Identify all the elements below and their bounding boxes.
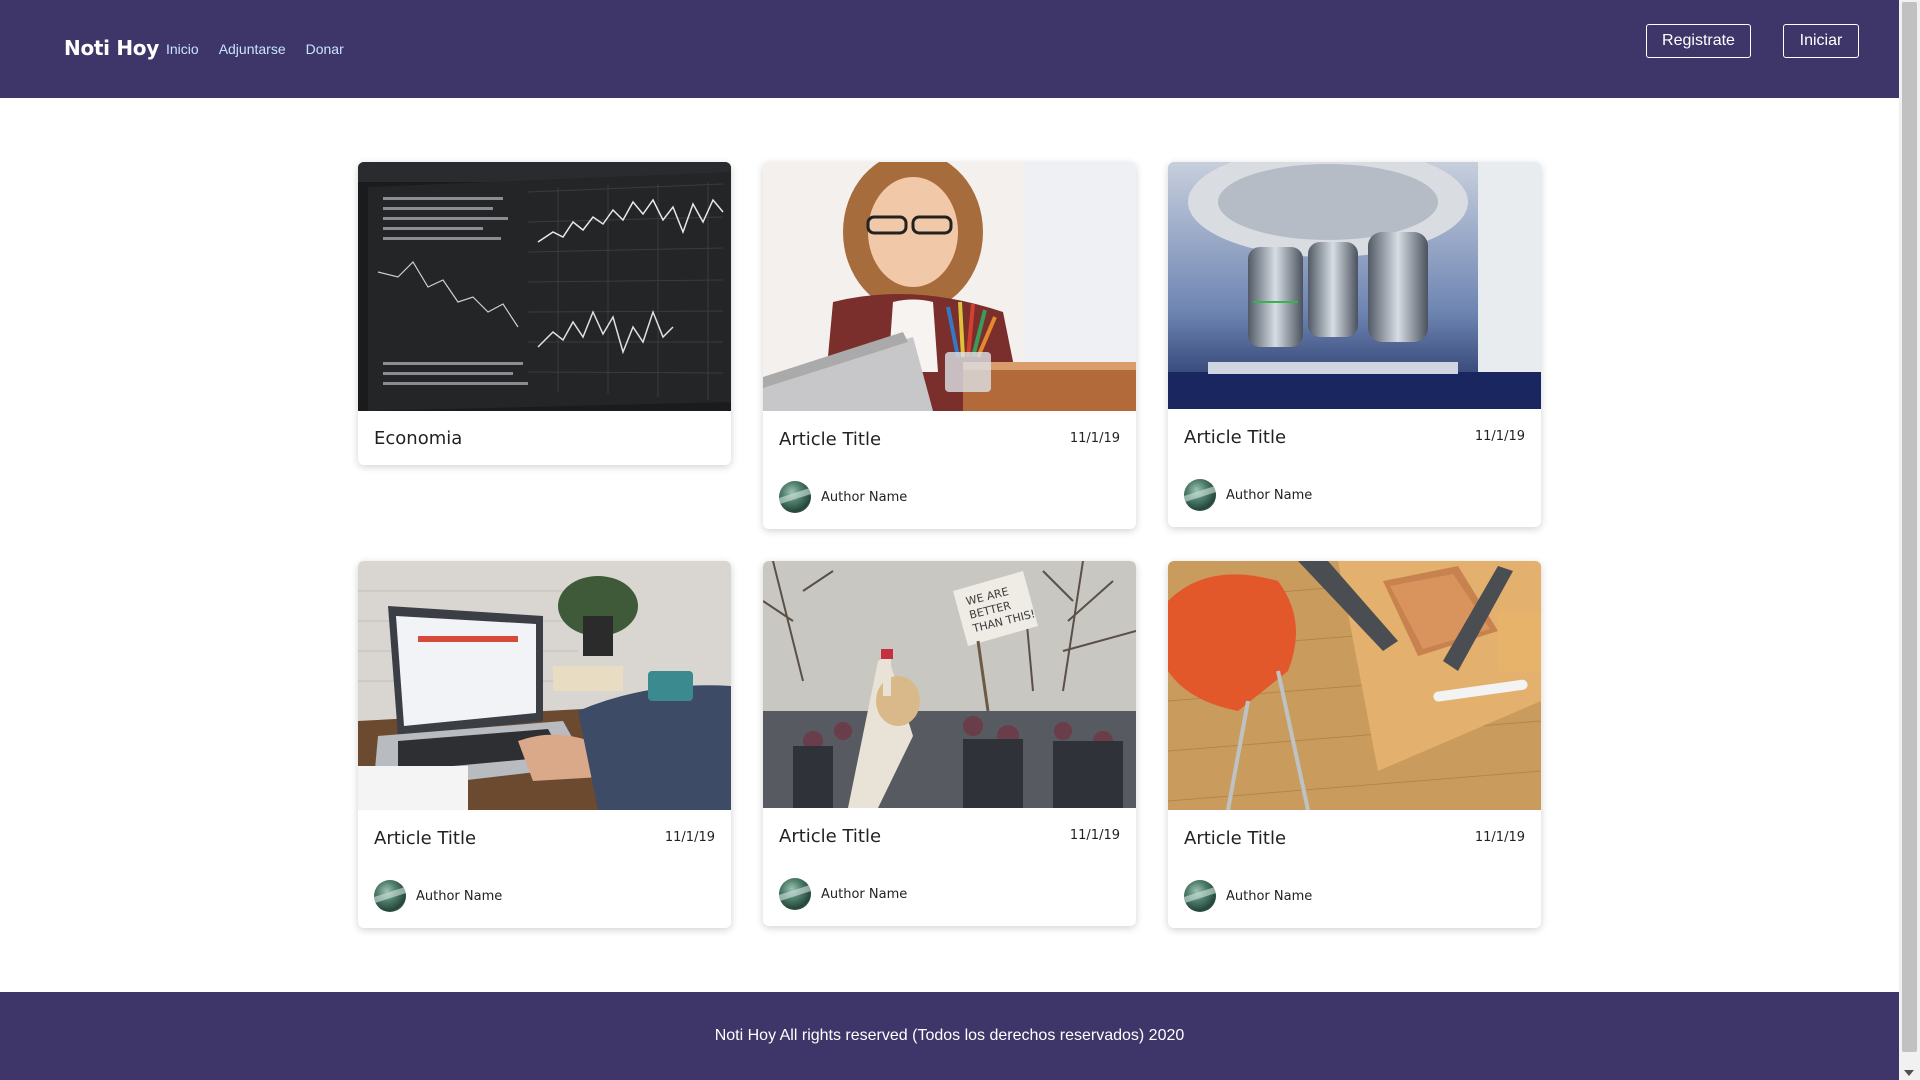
page-footer: Noti Hoy All rights reserved (Todos los … xyxy=(0,992,1899,1080)
author-name: Author Name xyxy=(1226,487,1313,503)
author-name: Author Name xyxy=(416,888,503,904)
card-title: Economia xyxy=(374,428,463,449)
register-button[interactable]: Registrate xyxy=(1646,24,1751,58)
card-author: Author Name xyxy=(1184,479,1312,511)
scroll-thumb[interactable] xyxy=(1902,2,1917,1052)
vertical-scrollbar[interactable] xyxy=(1899,0,1920,1080)
card-date: 11/1/19 xyxy=(1474,830,1525,845)
card-date: 11/1/19 xyxy=(664,830,715,845)
article-card[interactable]: Article Title 11/1/19 Author Name xyxy=(1168,162,1541,527)
card-title: Article Title xyxy=(779,429,882,450)
avatar xyxy=(779,878,811,910)
top-navbar: Noti Hoy Inicio Adjuntarse Donar Registr… xyxy=(0,0,1899,98)
article-card-economia[interactable]: Economia xyxy=(358,162,731,465)
card-title: Article Title xyxy=(1184,828,1287,849)
avatar xyxy=(779,481,811,513)
brand-logo[interactable]: Noti Hoy xyxy=(64,36,159,60)
scroll-down-arrow-icon[interactable] xyxy=(1904,1070,1914,1076)
article-card[interactable]: Article Title 11/1/19 Author Name xyxy=(763,162,1136,529)
card-title: Article Title xyxy=(374,828,477,849)
card-date: 11/1/19 xyxy=(1474,429,1525,444)
article-card[interactable]: Article Title 11/1/19 Author Name xyxy=(358,561,731,928)
article-card[interactable]: WE ARE BETTER THAN THIS! Article Title 11/… xyxy=(763,561,1136,926)
card-author: Author Name xyxy=(374,880,502,912)
nav-links: Inicio Adjuntarse Donar xyxy=(166,41,344,57)
footer-copyright: Noti Hoy All rights reserved (Todos los … xyxy=(714,1027,1185,1044)
laptop-desk-image xyxy=(358,561,731,810)
author-name: Author Name xyxy=(1226,888,1313,904)
stock-chart-image xyxy=(358,162,731,411)
author-name: Author Name xyxy=(821,489,908,505)
avatar xyxy=(1184,479,1216,511)
card-title: Article Title xyxy=(779,826,882,847)
woman-with-laptop-image xyxy=(763,162,1136,411)
nav-link-donar[interactable]: Donar xyxy=(306,41,344,57)
protest-march-image: WE ARE BETTER THAN THIS! xyxy=(763,561,1136,808)
author-name: Author Name xyxy=(821,886,908,902)
login-button[interactable]: Iniciar xyxy=(1783,24,1859,58)
nav-link-adjuntarse[interactable]: Adjuntarse xyxy=(219,41,286,57)
microscope-image xyxy=(1168,162,1541,409)
nav-link-inicio[interactable]: Inicio xyxy=(166,41,199,57)
avatar xyxy=(1184,880,1216,912)
card-author: Author Name xyxy=(1184,880,1312,912)
card-date: 11/1/19 xyxy=(1069,431,1120,446)
card-date: 11/1/19 xyxy=(1069,828,1120,843)
article-card[interactable]: Article Title 11/1/19 Author Name xyxy=(1168,561,1541,928)
avatar xyxy=(374,880,406,912)
card-author: Author Name xyxy=(779,878,907,910)
card-author: Author Name xyxy=(779,481,907,513)
wooden-desk-chair-image xyxy=(1168,561,1541,810)
card-title: Article Title xyxy=(1184,427,1287,448)
